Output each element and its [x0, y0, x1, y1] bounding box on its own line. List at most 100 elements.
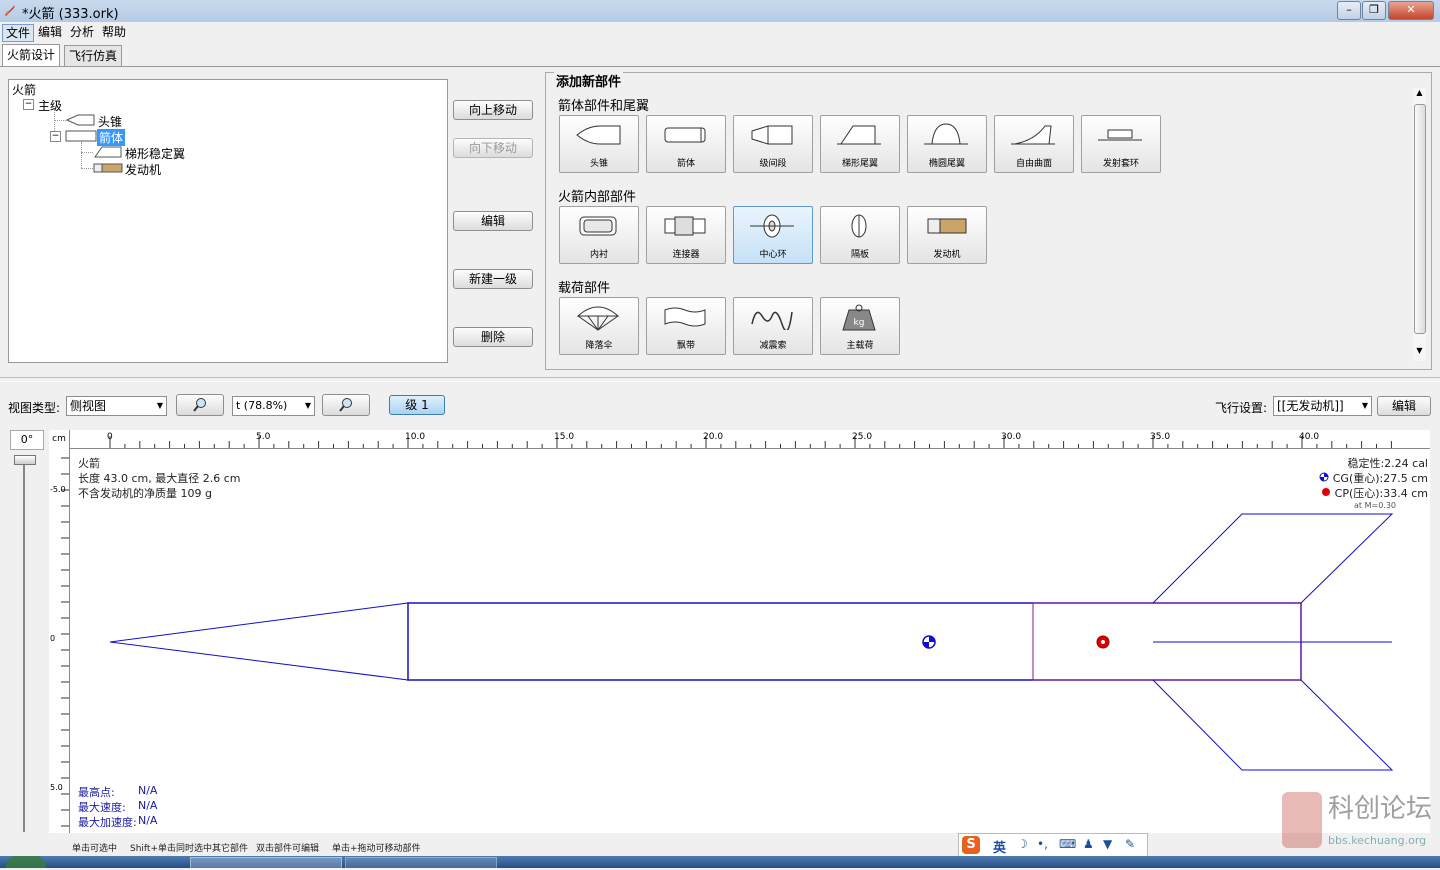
- motor-icon: [927, 218, 967, 234]
- zoom-out-icon: [339, 398, 352, 412]
- watermark-title: 科创论坛: [1328, 794, 1433, 824]
- view-type-value: 侧视图: [70, 399, 107, 413]
- add-centering-ring-label: 中心环: [759, 250, 787, 260]
- add-bulkhead-button[interactable]: 隔板: [820, 206, 900, 264]
- window-title: *火箭 (333.ork): [22, 7, 119, 22]
- delete-button[interactable]: 删除: [453, 327, 533, 347]
- view-type-select[interactable]: 侧视图 ▼: [66, 396, 167, 416]
- zoom-in-button[interactable]: [176, 394, 224, 416]
- moon-icon[interactable]: ☽: [1017, 837, 1028, 851]
- sogou-icon[interactable]: S: [962, 836, 980, 854]
- ruler-horizontal: 0 5.0 10.0 15.0 20.0 25.0 30.0 35.0 40.0: [70, 430, 1430, 449]
- add-mass-component-button[interactable]: kg 主载荷: [820, 297, 900, 355]
- add-elliptical-fins-button[interactable]: 椭圆尾翼: [907, 115, 987, 173]
- title-bar: *火箭 (333.ork) – ❐ ✕: [0, 0, 1440, 23]
- start-button[interactable]: [6, 856, 46, 868]
- transition-icon: [751, 125, 793, 145]
- rocket-drawing[interactable]: [70, 449, 1430, 833]
- parachute-icon: [576, 306, 620, 331]
- ruler-label: 20.0: [703, 432, 723, 442]
- ruler-horizontal-ticks: 0 5.0 10.0 15.0 20.0 25.0 30.0 35.0 40.0: [107, 432, 1392, 448]
- tree-stage[interactable]: 主级: [38, 97, 62, 114]
- rocket-figure-canvas[interactable]: 火箭 长度 43.0 cm, 最大直径 2.6 cm 不含发动机的净质量 109…: [70, 449, 1430, 833]
- tree-line: [81, 152, 93, 153]
- menu-file[interactable]: 文件: [2, 24, 35, 42]
- ime-language[interactable]: 英: [993, 837, 1006, 856]
- menu-analyze[interactable]: 分析: [67, 24, 97, 40]
- rocket-fin-upper[interactable]: [1152, 513, 1394, 604]
- add-mass-component-label: 主载荷: [846, 341, 874, 351]
- ime-toolbar[interactable]: S 英 ☽ •, ⌨ ♟ ▼ ✎: [958, 833, 1148, 857]
- punctuation-icon[interactable]: •,: [1037, 837, 1048, 851]
- flight-config-label: 飞行设置:: [1215, 401, 1268, 415]
- flight-config-select[interactable]: [[无发动机]] ▼: [1273, 396, 1372, 416]
- add-trapezoid-fins-button[interactable]: 梯形尾翼: [820, 115, 900, 173]
- rocket-nose-cone[interactable]: [109, 602, 409, 681]
- add-nose-cone-button[interactable]: 头锥: [559, 115, 639, 173]
- cp-marker: [1096, 635, 1110, 649]
- user-icon[interactable]: ♟: [1083, 837, 1094, 851]
- tab-rocket-design[interactable]: 火箭设计: [2, 44, 61, 67]
- rotation-slider-track[interactable]: [23, 460, 25, 832]
- stability-value: 稳定性:2.24 cal: [1347, 457, 1428, 470]
- move-down-button[interactable]: 向下移动: [453, 138, 533, 158]
- add-shock-cord-button[interactable]: 减震索: [733, 297, 813, 355]
- add-inner-tube-button[interactable]: 内衬: [559, 206, 639, 264]
- rotation-slider-thumb[interactable]: [14, 455, 36, 465]
- nose-cone-icon: [576, 125, 621, 145]
- component-tree[interactable]: 火箭 − 主级 头锥 − 箭体 梯形稳定翼 发动机: [8, 79, 448, 363]
- status-hint-shift: Shift+单击同时选中其它部件: [130, 844, 248, 854]
- minimize-button[interactable]: –: [1337, 1, 1361, 20]
- new-stage-button[interactable]: 新建一级: [453, 269, 533, 289]
- move-up-button[interactable]: 向上移动: [453, 100, 533, 120]
- bulkhead-icon: [851, 214, 867, 238]
- chevron-down-icon: ▼: [304, 401, 311, 410]
- scroll-up-icon[interactable]: ▲: [1413, 88, 1426, 100]
- add-freeform-fins-button[interactable]: 自由曲面: [994, 115, 1074, 173]
- add-launch-lug-button[interactable]: 发射套环: [1081, 115, 1161, 173]
- tree-nose-cone[interactable]: 头锥: [98, 113, 122, 130]
- rocket-fin-lower[interactable]: [1152, 679, 1394, 771]
- edit-component-button[interactable]: 编辑: [453, 211, 533, 231]
- taskbar-app-button[interactable]: [345, 857, 497, 870]
- close-button[interactable]: ✕: [1388, 1, 1434, 20]
- collapse-icon[interactable]: −: [23, 99, 34, 110]
- tab-flight-simulation[interactable]: 飞行仿真: [64, 45, 123, 66]
- add-streamer-button[interactable]: 飘带: [646, 297, 726, 355]
- add-coupler-button[interactable]: 连接器: [646, 206, 726, 264]
- zoom-select[interactable]: t (78.8%) ▼: [232, 396, 315, 416]
- panel-splitter[interactable]: [0, 377, 1440, 382]
- add-parachute-label: 降落伞: [585, 341, 613, 351]
- collapse-icon[interactable]: −: [50, 131, 61, 142]
- scroll-thumb[interactable]: [1414, 104, 1426, 334]
- ruler-label: 35.0: [1150, 432, 1170, 442]
- add-centering-ring-button[interactable]: 中心环: [733, 206, 813, 264]
- shirt-icon[interactable]: ▼: [1103, 837, 1112, 851]
- keyboard-icon[interactable]: ⌨: [1059, 837, 1076, 851]
- add-panel-scrollbar[interactable]: ▲ ▼: [1413, 88, 1426, 361]
- add-nose-cone-label: 头锥: [589, 159, 608, 169]
- maximize-button[interactable]: ❐: [1362, 1, 1386, 20]
- tree-motor[interactable]: 发动机: [125, 161, 161, 178]
- section-body-components: 箭体部件和尾翼: [558, 99, 650, 114]
- wrench-icon[interactable]: ✎: [1125, 837, 1135, 851]
- add-transition-label: 级间段: [759, 159, 787, 169]
- zoom-out-button[interactable]: [322, 394, 370, 416]
- tree-fins[interactable]: 梯形稳定翼: [125, 145, 185, 162]
- taskbar-app-button[interactable]: [190, 857, 342, 870]
- add-motor-button[interactable]: 发动机: [907, 206, 987, 264]
- cp-value: CP(压心):33.4 cm: [1334, 487, 1428, 500]
- tree-body-tube[interactable]: 箭体: [97, 129, 126, 146]
- flight-config-edit-button[interactable]: 编辑: [1377, 396, 1431, 416]
- add-body-tube-button[interactable]: 箭体: [646, 115, 726, 173]
- menu-help[interactable]: 帮助: [99, 24, 129, 40]
- tree-root[interactable]: 火箭: [12, 81, 36, 98]
- add-parachute-button[interactable]: 降落伞: [559, 297, 639, 355]
- scroll-down-icon[interactable]: ▼: [1413, 346, 1426, 358]
- menu-edit[interactable]: 编辑: [35, 24, 65, 40]
- stage-1-toggle[interactable]: 级 1: [389, 395, 445, 415]
- add-transition-button[interactable]: 级间段: [733, 115, 813, 173]
- status-bar: 单击可选中 Shift+单击同时选中其它部件 双击部件可编辑 单击+拖动可移动部…: [0, 838, 950, 856]
- tree-line: [81, 168, 93, 169]
- cg-legend: CG(重心):27.5 cm: [1319, 470, 1428, 486]
